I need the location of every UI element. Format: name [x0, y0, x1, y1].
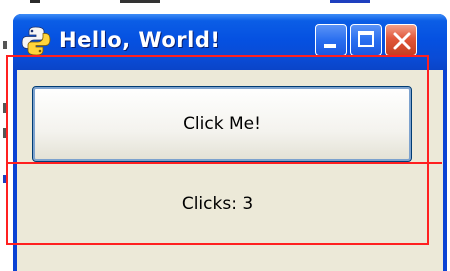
- debug-outline-frame: [6, 55, 429, 245]
- close-icon: [393, 32, 411, 50]
- background-fragment: [120, 0, 160, 3]
- background-fragment: [3, 41, 7, 49]
- background-fragment: [30, 0, 40, 3]
- screen: Hello, World! Click Me! Clicks: 3: [0, 0, 450, 271]
- window-title: Hello, World!: [59, 28, 221, 52]
- close-button[interactable]: [385, 24, 417, 56]
- minimize-button[interactable]: [315, 24, 347, 56]
- python-icon: [21, 26, 51, 56]
- maximize-button[interactable]: [350, 24, 382, 56]
- background-fragment: [330, 0, 370, 3]
- debug-outline-divider: [6, 162, 442, 164]
- maximize-icon: [358, 31, 374, 47]
- minimize-icon: [324, 44, 336, 48]
